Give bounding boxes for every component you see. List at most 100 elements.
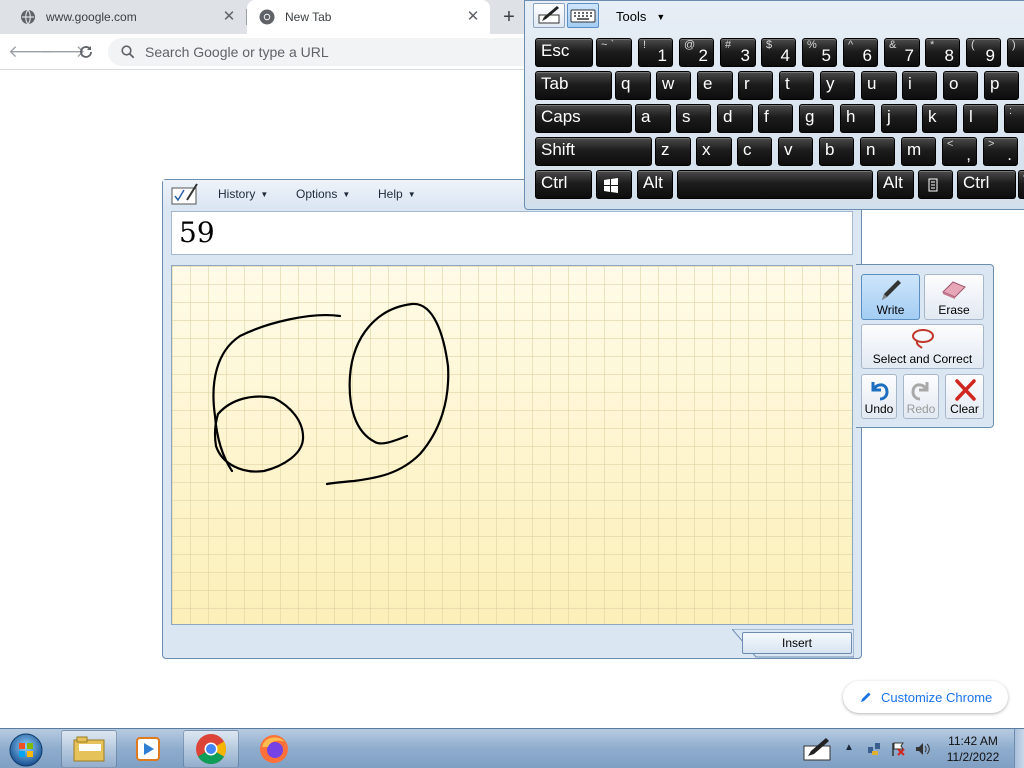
customize-chrome-button[interactable]: Customize Chrome — [843, 681, 1008, 713]
tools-menu[interactable]: Tools ▼ — [616, 9, 665, 24]
key-o[interactable]: o — [943, 71, 978, 100]
math-input-tray-icon[interactable] — [800, 733, 836, 765]
key-u[interactable]: u — [861, 71, 897, 100]
key-i[interactable]: i — [902, 71, 937, 100]
key-1[interactable]: ! 1 — [638, 38, 673, 67]
taskbar-chrome[interactable] — [183, 730, 239, 768]
undo-button[interactable]: Undo — [861, 374, 897, 419]
key-h[interactable]: h — [840, 104, 875, 133]
undo-icon — [871, 382, 889, 401]
key-7[interactable]: & 7 — [884, 38, 920, 67]
insert-button[interactable]: Insert — [742, 632, 852, 654]
key-Shift[interactable]: Shift — [535, 137, 652, 166]
tab-google[interactable]: www.google.com ✕ — [0, 0, 246, 34]
key-5[interactable]: % 5 — [802, 38, 837, 67]
key-c[interactable]: c — [737, 137, 772, 166]
key-g[interactable]: g — [799, 104, 834, 133]
tab-title: New Tab — [285, 10, 332, 24]
key-9[interactable]: (9 — [966, 38, 1001, 67]
show-desktop-button[interactable] — [1014, 729, 1024, 768]
key-6[interactable]: ^ 6 — [843, 38, 878, 67]
math-input-app-icon[interactable] — [170, 182, 200, 206]
key-,[interactable]: <, — [942, 137, 977, 166]
key-^[interactable]: ^ — [1018, 170, 1024, 199]
taskbar-firefox[interactable] — [246, 730, 302, 768]
back-button[interactable]: 🡐 — [8, 39, 54, 65]
new-tab-button[interactable]: + — [497, 6, 521, 28]
key-8[interactable]: * 8 — [925, 38, 960, 67]
key-d[interactable]: d — [717, 104, 753, 133]
pen-input-button[interactable] — [533, 3, 565, 28]
system-clock[interactable]: 11:42 AM 11/2/2022 — [940, 733, 1006, 765]
key-a[interactable]: a — [635, 104, 671, 133]
key-k[interactable]: k — [922, 104, 957, 133]
key-x[interactable]: x — [696, 137, 732, 166]
address-input[interactable] — [145, 44, 505, 60]
clear-button[interactable]: Clear — [945, 374, 984, 419]
key-j[interactable]: j — [881, 104, 917, 133]
keyboard-mode-button[interactable] — [567, 3, 599, 28]
key-.[interactable]: >. — [983, 137, 1018, 166]
key-v[interactable]: v — [778, 137, 813, 166]
key-;[interactable]: :; — [1004, 104, 1024, 133]
close-tab-icon[interactable]: ✕ — [464, 8, 482, 26]
key-Esc[interactable]: Esc — [535, 38, 593, 67]
menu-key-icon — [928, 178, 938, 192]
start-button[interactable] — [6, 731, 46, 768]
key-Caps[interactable]: Caps — [535, 104, 632, 133]
erase-button[interactable]: Erase — [924, 274, 984, 320]
key-Alt[interactable]: Alt — [877, 170, 914, 199]
reload-button[interactable] — [73, 39, 99, 65]
key-windows-logo[interactable] — [596, 170, 632, 199]
key-w[interactable]: w — [656, 71, 691, 100]
lasso-icon — [911, 329, 934, 349]
select-and-correct-button[interactable]: Select and Correct — [861, 324, 984, 369]
key-Ctrl[interactable]: Ctrl — [957, 170, 1016, 199]
write-button[interactable]: Write — [861, 274, 920, 320]
action-center-flag-icon[interactable] — [890, 741, 906, 757]
key-2[interactable]: @2 — [679, 38, 714, 67]
key-s[interactable]: s — [676, 104, 711, 133]
help-menu[interactable]: Help ▼ — [378, 187, 416, 201]
options-menu[interactable]: Options ▼ — [296, 187, 350, 201]
key-t[interactable]: t — [779, 71, 814, 100]
forward-button[interactable]: 🡒 — [40, 39, 86, 65]
key-e[interactable]: e — [697, 71, 733, 100]
key-label: Alt — [883, 173, 903, 192]
key-menu-key[interactable] — [918, 170, 953, 199]
firefox-icon — [260, 735, 288, 763]
key-n[interactable]: n — [860, 137, 895, 166]
volume-icon[interactable] — [914, 741, 930, 757]
key-p[interactable]: p — [984, 71, 1019, 100]
key-Ctrl[interactable]: Ctrl — [535, 170, 592, 199]
close-tab-icon[interactable]: ✕ — [220, 8, 238, 26]
key-Alt[interactable]: Alt — [637, 170, 673, 199]
key-z[interactable]: z — [655, 137, 691, 166]
key-~-`[interactable]: ~ ` — [596, 38, 632, 67]
network-icon[interactable] — [866, 741, 882, 757]
key-l[interactable]: l — [963, 104, 998, 133]
taskbar-explorer[interactable] — [61, 730, 117, 768]
pen-icon — [881, 280, 901, 300]
key-label: c — [743, 140, 752, 159]
key-b[interactable]: b — [819, 137, 854, 166]
writing-canvas[interactable] — [171, 265, 853, 625]
key-y[interactable]: y — [820, 71, 855, 100]
key-0[interactable]: )0 — [1007, 38, 1024, 67]
key-label: . — [1007, 145, 1012, 164]
tab-new-tab[interactable]: New Tab ✕ — [247, 0, 490, 34]
redo-button[interactable]: Redo — [903, 374, 939, 419]
key-r[interactable]: r — [738, 71, 773, 100]
history-menu[interactable]: History ▼ — [218, 187, 268, 201]
key-Tab[interactable]: Tab — [535, 71, 612, 100]
key-m[interactable]: m — [901, 137, 936, 166]
key-f[interactable]: f — [758, 104, 793, 133]
key-q[interactable]: q — [615, 71, 651, 100]
show-hidden-icons-icon[interactable]: ▲ — [844, 742, 854, 756]
key-4[interactable]: $4 — [761, 38, 796, 67]
key-label: j — [887, 107, 891, 126]
key-label: l — [969, 107, 973, 126]
taskbar-media-player[interactable] — [120, 730, 176, 768]
key-3[interactable]: #3 — [720, 38, 756, 67]
key-spacebar[interactable] — [677, 170, 873, 199]
